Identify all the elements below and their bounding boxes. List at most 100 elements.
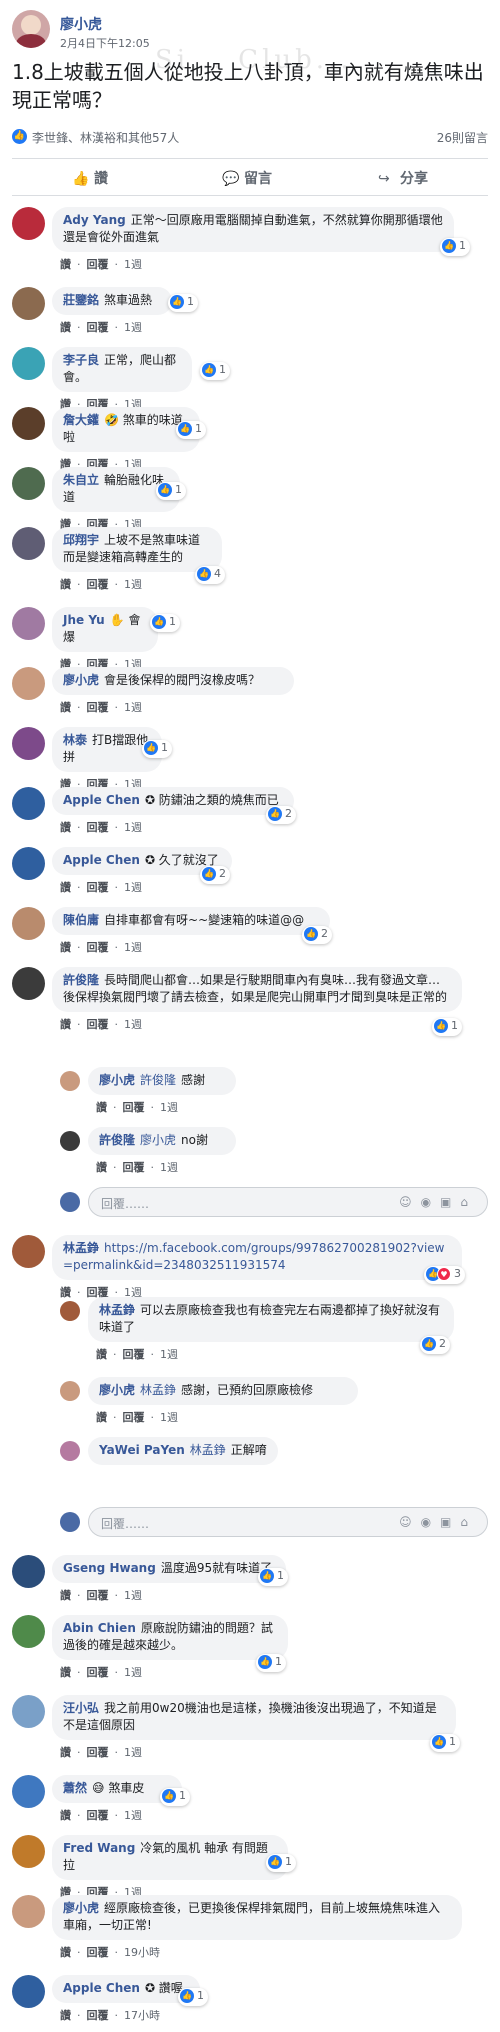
reply-link[interactable]: 回覆 xyxy=(87,1809,109,1822)
reaction-count[interactable]: 👍 1 xyxy=(168,294,198,312)
comment-time[interactable]: 1週 xyxy=(124,941,142,954)
reply-link[interactable]: 回覆 xyxy=(87,701,109,714)
reaction-count[interactable]: 👍 1 xyxy=(256,1654,286,1672)
commenter-avatar[interactable] xyxy=(12,1555,45,1588)
reply-link[interactable]: 回覆 xyxy=(123,1161,145,1174)
like-comment-link[interactable]: 讚 xyxy=(96,1101,107,1114)
commenter-name[interactable]: Ady Yang xyxy=(63,213,126,227)
commenter-name[interactable]: 汪小弘 xyxy=(63,1701,99,1715)
commenter-avatar[interactable] xyxy=(12,1775,45,1808)
post-time[interactable]: 2月4日下午12:05 xyxy=(60,35,150,51)
comment-link[interactable]: https://m.facebook.com/groups/9978627002… xyxy=(63,1241,445,1272)
mention-tag[interactable]: 林孟錚 xyxy=(190,1443,226,1457)
like-comment-link[interactable]: 讚 xyxy=(60,821,71,834)
commenter-name[interactable]: Apple Chen xyxy=(63,793,140,807)
comment-time[interactable]: 1週 xyxy=(160,1101,178,1114)
reply-avatar[interactable] xyxy=(60,1071,80,1091)
commenter-avatar[interactable] xyxy=(12,847,45,880)
reply-avatar[interactable] xyxy=(60,1131,80,1151)
reply-link[interactable]: 回覆 xyxy=(87,881,109,894)
reactors-list[interactable]: 李世鋒、林漢裕和其他57人 xyxy=(32,129,179,146)
reaction-count[interactable]: 👍 2 xyxy=(266,806,296,824)
commenter-name[interactable]: 莊鑒銘 xyxy=(63,293,99,307)
comment-time[interactable]: 1週 xyxy=(124,881,142,894)
reaction-count[interactable]: 👍 1 xyxy=(178,1988,208,2006)
comment-time[interactable]: 1週 xyxy=(124,1809,142,1822)
mention-tag[interactable]: 林孟錚 xyxy=(140,1383,176,1397)
reply-link[interactable]: 回覆 xyxy=(87,321,109,334)
reaction-count[interactable]: 👍 2 xyxy=(302,926,332,944)
reaction-count[interactable]: 👍 2 xyxy=(420,1336,450,1354)
reaction-count[interactable]: 👍 1 xyxy=(266,1854,296,1872)
like-comment-link[interactable]: 讚 xyxy=(60,701,71,714)
commenter-avatar[interactable] xyxy=(12,1695,45,1728)
commenter-avatar[interactable] xyxy=(12,1615,45,1648)
comment-time[interactable]: 1週 xyxy=(124,701,142,714)
like-comment-link[interactable]: 讚 xyxy=(60,1018,71,1031)
reaction-count[interactable]: 👍 1 xyxy=(440,238,470,256)
reply-input[interactable]: 回覆…… ☺◉▣⌂ xyxy=(88,1187,488,1217)
like-comment-link[interactable]: 讚 xyxy=(60,1589,71,1602)
like-comment-link[interactable]: 讚 xyxy=(60,578,71,591)
commenter-name[interactable]: YaWei PaYen xyxy=(99,1443,185,1457)
reply-link[interactable]: 回覆 xyxy=(87,1746,109,1759)
like-comment-link[interactable]: 讚 xyxy=(60,1746,71,1759)
reply-link[interactable]: 回覆 xyxy=(87,1589,109,1602)
reaction-count[interactable]: 👍 1 xyxy=(200,362,230,380)
commenter-avatar[interactable] xyxy=(12,527,45,560)
like-comment-link[interactable]: 讚 xyxy=(96,1348,107,1361)
commenter-name[interactable]: 廖小虎 xyxy=(63,673,99,687)
commenter-name[interactable]: Gseng Hwang xyxy=(63,1561,156,1575)
author-avatar[interactable] xyxy=(12,10,50,48)
like-comment-link[interactable]: 讚 xyxy=(96,1161,107,1174)
commenter-name[interactable]: 廖小虎 xyxy=(99,1073,135,1087)
reaction-count[interactable]: 👍 1 xyxy=(430,1734,460,1752)
commenter-avatar[interactable] xyxy=(12,287,45,320)
reply-input[interactable]: 回覆…… ☺◉▣⌂ xyxy=(88,1507,488,1537)
reply-link[interactable]: 回覆 xyxy=(123,1101,145,1114)
comment-time[interactable]: 1週 xyxy=(124,578,142,591)
reaction-count[interactable]: 👍 1 xyxy=(156,482,186,500)
commenter-name[interactable]: 陳伯庸 xyxy=(63,913,99,927)
commenter-avatar[interactable] xyxy=(12,407,45,440)
commenter-avatar[interactable] xyxy=(12,967,45,1000)
commenter-name[interactable]: 詹大鑵 xyxy=(63,413,99,427)
commenter-avatar[interactable] xyxy=(12,907,45,940)
reaction-count[interactable]: 👍 1 xyxy=(432,1018,462,1036)
reaction-count[interactable]: 👍 1 xyxy=(150,614,180,632)
reaction-count[interactable]: 👍 1 xyxy=(142,740,172,758)
like-comment-link[interactable]: 讚 xyxy=(60,881,71,894)
reply-link[interactable]: 回覆 xyxy=(123,1411,145,1424)
commenter-avatar[interactable] xyxy=(12,667,45,700)
like-comment-link[interactable]: 讚 xyxy=(60,1809,71,1822)
commenter-name[interactable]: 廖小虎 xyxy=(99,1383,135,1397)
reply-avatar[interactable] xyxy=(60,1301,80,1321)
comment-time[interactable]: 1週 xyxy=(124,258,142,271)
reaction-count[interactable]: 👍 ♥ 3 xyxy=(424,1266,465,1284)
commenter-avatar[interactable] xyxy=(12,207,45,240)
commenter-name[interactable]: Abin Chien xyxy=(63,1621,136,1635)
commenter-avatar[interactable] xyxy=(12,347,45,380)
commenter-avatar[interactable] xyxy=(12,787,45,820)
mention-tag[interactable]: 廖小虎 xyxy=(140,1133,176,1147)
reply-avatar[interactable] xyxy=(60,1441,80,1461)
comment-time[interactable]: 1週 xyxy=(160,1348,178,1361)
composer-tools-icon[interactable]: ☺◉▣⌂ xyxy=(399,1515,477,1529)
reply-link[interactable]: 回覆 xyxy=(87,941,109,954)
like-comment-link[interactable]: 讚 xyxy=(60,1666,71,1679)
commenter-name[interactable]: 許俊隆 xyxy=(99,1133,135,1147)
commenter-name[interactable]: 廖小虎 xyxy=(63,1901,99,1915)
commenter-name[interactable]: 蕭然 xyxy=(63,1781,87,1795)
reply-link[interactable]: 回覆 xyxy=(87,258,109,271)
commenter-name[interactable]: 許俊隆 xyxy=(63,973,99,987)
like-comment-link[interactable]: 讚 xyxy=(60,1946,71,1959)
comment-time[interactable]: 1週 xyxy=(124,821,142,834)
reply-link[interactable]: 回覆 xyxy=(87,2009,109,2022)
comment-time[interactable]: 1週 xyxy=(160,1411,178,1424)
reply-link[interactable]: 回覆 xyxy=(87,578,109,591)
like-comment-link[interactable]: 讚 xyxy=(60,941,71,954)
comment-time[interactable]: 17小時 xyxy=(124,2009,160,2022)
reaction-count[interactable]: 👍 1 xyxy=(258,1568,288,1586)
reply-link[interactable]: 回覆 xyxy=(87,821,109,834)
like-comment-link[interactable]: 讚 xyxy=(60,258,71,271)
